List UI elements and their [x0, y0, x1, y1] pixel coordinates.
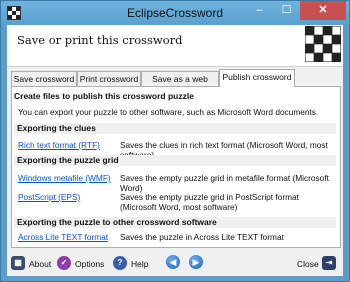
options-label: Options — [75, 259, 105, 269]
crossword-about-icon: ▦ — [11, 256, 25, 270]
crossword-grid-logo-icon — [305, 26, 341, 62]
section-header-other-software: Exporting the puzzle to other crossword … — [14, 217, 336, 228]
close-label: Close — [297, 259, 319, 269]
panel-intro: You can export your puzzle to other soft… — [18, 107, 319, 117]
client-area: Save or print this crossword Save crossw… — [7, 25, 343, 276]
across-lite-export-description: Saves the puzzle in Across Lite TEXT for… — [120, 232, 284, 242]
options-icon: ✓ — [57, 256, 71, 270]
options-button[interactable]: ✓ Options — [57, 256, 105, 272]
eps-export-link[interactable]: PostScript (EPS) — [18, 192, 80, 202]
across-lite-export-link[interactable]: Across Lite TEXT format — [18, 232, 108, 242]
eps-export-description: Saves the empty puzzle grid in PostScrip… — [120, 192, 299, 212]
rtf-export-link[interactable]: Rich text format (RTF) — [18, 140, 100, 150]
about-label: About — [29, 259, 52, 269]
exit-door-icon: ⇥ — [322, 256, 336, 270]
forward-icon[interactable]: ▶ — [189, 255, 203, 269]
panel-heading: Create files to publish this crossword p… — [14, 91, 194, 101]
help-button[interactable]: ? Help — [113, 256, 151, 272]
publish-panel: Create files to publish this crossword p… — [11, 86, 341, 248]
page-title: Save or print this crossword — [17, 33, 183, 47]
help-label: Help — [131, 259, 149, 269]
close-window-button[interactable]: ✕ — [300, 1, 346, 20]
section-header-grid: Exporting the puzzle grid — [14, 155, 336, 166]
bottom-toolbar: ▦ About ✓ Options ? Help ◀ ▶ Close ⇥ — [7, 251, 343, 276]
section-header-clues: Exporting the clues — [14, 123, 336, 134]
minimize-button[interactable]: – — [246, 1, 273, 20]
maximize-button[interactable]: ☐ — [273, 1, 300, 20]
wmf-export-description: Saves the empty puzzle grid in metafile … — [120, 173, 329, 193]
page-header: Save or print this crossword — [7, 25, 343, 67]
app-window: EclipseCrossword – ☐ ✕ Save or print thi… — [0, 0, 350, 282]
close-button[interactable]: Close ⇥ — [297, 256, 339, 272]
tab-save-crossword[interactable]: Save crossword — [11, 71, 77, 86]
wmf-export-link[interactable]: Windows metafile (WMF) — [18, 173, 111, 183]
help-icon: ? — [113, 256, 127, 270]
tab-save-as-web-page[interactable]: Save as a web page — [141, 71, 219, 98]
tab-print-crossword[interactable]: Print crossword — [77, 71, 141, 86]
back-icon[interactable]: ◀ — [166, 255, 180, 269]
title-bar[interactable]: EclipseCrossword – ☐ ✕ — [1, 1, 349, 25]
about-button[interactable]: ▦ About — [11, 256, 51, 272]
tab-publish-crossword[interactable]: Publish crossword — [219, 69, 295, 87]
